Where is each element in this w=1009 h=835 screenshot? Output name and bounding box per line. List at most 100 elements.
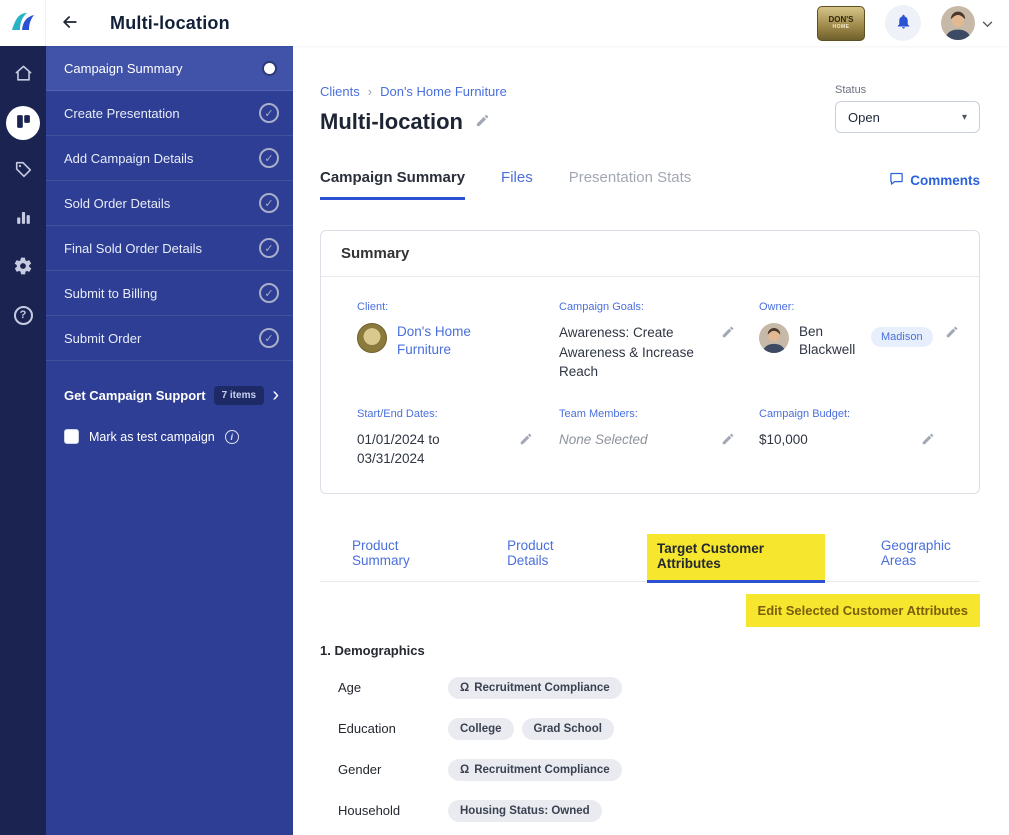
rail-item-home[interactable] [6, 58, 40, 92]
breadcrumb-separator: › [368, 84, 372, 99]
pill-text: Recruitment Compliance [474, 764, 609, 776]
chevron-down-icon [982, 15, 993, 31]
summary-owner: Owner: Ben Blackwell Madison [759, 301, 961, 382]
bell-icon [895, 13, 912, 33]
dashboard-icon [15, 113, 32, 133]
topbar-title: Multi-location [110, 13, 230, 34]
edit-budget-button[interactable] [919, 430, 937, 451]
client-link[interactable]: Don's Home Furniture [397, 323, 489, 359]
edit-goals-button[interactable] [719, 323, 737, 344]
sidebar-item-final-sold-order-details[interactable]: Final Sold Order Details ✓ [46, 226, 293, 271]
omega-icon: Ω [460, 682, 469, 694]
rail-item-help[interactable]: ? [6, 298, 40, 332]
pill-text: Grad School [534, 723, 602, 735]
client-label: Client: [357, 301, 559, 313]
check-circle-icon: ✓ [259, 103, 279, 123]
help-icon: ? [14, 306, 33, 325]
sidebar-item-sold-order-details[interactable]: Sold Order Details ✓ [46, 181, 293, 226]
pencil-icon [519, 432, 533, 449]
pencil-icon [921, 432, 935, 449]
info-icon[interactable]: i [225, 430, 239, 444]
page-title: Multi-location [320, 109, 463, 135]
get-campaign-support[interactable]: Get Campaign Support 7 items › [46, 385, 293, 405]
tab-presentation-stats[interactable]: Presentation Stats [569, 169, 692, 200]
summary-dates: Start/End Dates: 01/01/2024 to 03/31/202… [357, 408, 559, 469]
subtab-geographic-areas[interactable]: Geographic Areas [881, 538, 980, 581]
topbar: Multi-location DON'S HOME [0, 0, 1009, 46]
sidebar-item-submit-to-billing[interactable]: Submit to Billing ✓ [46, 271, 293, 316]
rail-item-dashboard[interactable] [6, 106, 40, 140]
user-menu[interactable] [941, 6, 993, 40]
tab-bar: Campaign Summary Files Presentation Stat… [320, 169, 980, 200]
edit-owner-button[interactable] [943, 323, 961, 344]
notifications-button[interactable] [885, 5, 921, 41]
app-logo[interactable] [0, 0, 46, 46]
status-select[interactable]: Open ▾ [835, 101, 980, 133]
dates-label: Start/End Dates: [357, 408, 559, 420]
active-indicator-icon [264, 63, 275, 74]
sidebar-item-label: Campaign Summary [64, 61, 183, 76]
icon-rail: ? [0, 46, 46, 835]
sidebar-item-campaign-summary[interactable]: Campaign Summary [46, 46, 293, 91]
sidebar-item-label: Submit Order [64, 331, 141, 346]
sidebar: Campaign Summary Create Presentation ✓ A… [46, 46, 293, 835]
chevron-down-icon: ▾ [962, 112, 967, 123]
attribute-pill: Ω Recruitment Compliance [448, 759, 622, 781]
client-logo-small [357, 323, 387, 353]
edit-team-button[interactable] [719, 430, 737, 451]
owner-avatar [759, 323, 789, 353]
avatar [941, 6, 975, 40]
test-campaign-checkbox[interactable] [64, 429, 79, 444]
sidebar-item-label: Submit to Billing [64, 286, 157, 301]
attribute-label: Education [338, 721, 448, 736]
breadcrumb: Clients › Don's Home Furniture [320, 84, 507, 99]
subtab-product-summary[interactable]: Product Summary [352, 538, 451, 581]
tab-files[interactable]: Files [501, 169, 533, 200]
rail-item-tags[interactable] [6, 154, 40, 188]
breadcrumb-client-name[interactable]: Don's Home Furniture [380, 84, 507, 99]
edit-selected-customer-attributes-link[interactable]: Edit Selected Customer Attributes [746, 594, 980, 627]
omega-icon: Ω [460, 764, 469, 776]
team-label: Team Members: [559, 408, 759, 420]
comments-label: Comments [910, 173, 980, 188]
back-button[interactable] [60, 12, 80, 35]
attribute-label: Age [338, 680, 448, 695]
pencil-icon [475, 113, 490, 131]
rail-item-reports[interactable] [6, 202, 40, 236]
pill-text: College [460, 723, 502, 735]
tab-campaign-summary[interactable]: Campaign Summary [320, 169, 465, 200]
client-logo-subtext: HOME [833, 25, 850, 30]
dates-value: 01/01/2024 to 03/31/2024 [357, 430, 507, 469]
comments-button[interactable]: Comments [889, 171, 980, 200]
summary-team: Team Members: None Selected [559, 408, 759, 469]
owner-name: Ben Blackwell [799, 323, 861, 358]
edit-dates-button[interactable] [517, 430, 535, 451]
summary-card-title: Summary [321, 231, 979, 277]
attribute-row-age: Age Ω Recruitment Compliance [320, 677, 980, 699]
summary-budget: Campaign Budget: $10,000 [759, 408, 961, 469]
owner-label: Owner: [759, 301, 961, 313]
chat-bubble-icon [889, 171, 904, 189]
breadcrumb-clients[interactable]: Clients [320, 84, 360, 99]
owner-location-badge: Madison [871, 327, 933, 347]
attribute-row-household: Household Housing Status: Owned [320, 800, 980, 822]
team-value: None Selected [559, 430, 709, 450]
subtab-product-details[interactable]: Product Details [507, 538, 591, 581]
sidebar-item-add-campaign-details[interactable]: Add Campaign Details ✓ [46, 136, 293, 181]
home-icon [14, 64, 33, 86]
sidebar-item-label: Final Sold Order Details [64, 241, 202, 256]
sidebar-item-submit-order[interactable]: Submit Order ✓ [46, 316, 293, 361]
subtab-target-customer-attributes[interactable]: Target Customer Attributes [647, 534, 825, 583]
rail-item-settings[interactable] [6, 250, 40, 284]
check-circle-icon: ✓ [259, 283, 279, 303]
pencil-icon [721, 325, 735, 342]
sidebar-item-label: Add Campaign Details [64, 151, 193, 166]
edit-title-button[interactable] [473, 111, 492, 133]
sidebar-item-create-presentation[interactable]: Create Presentation ✓ [46, 91, 293, 136]
status-value: Open [848, 110, 880, 125]
check-circle-icon: ✓ [259, 148, 279, 168]
attribute-pill: Housing Status: Owned [448, 800, 602, 822]
goals-label: Campaign Goals: [559, 301, 759, 313]
tag-icon [14, 160, 33, 182]
subtab-highlight: Target Customer Attributes [647, 534, 825, 580]
